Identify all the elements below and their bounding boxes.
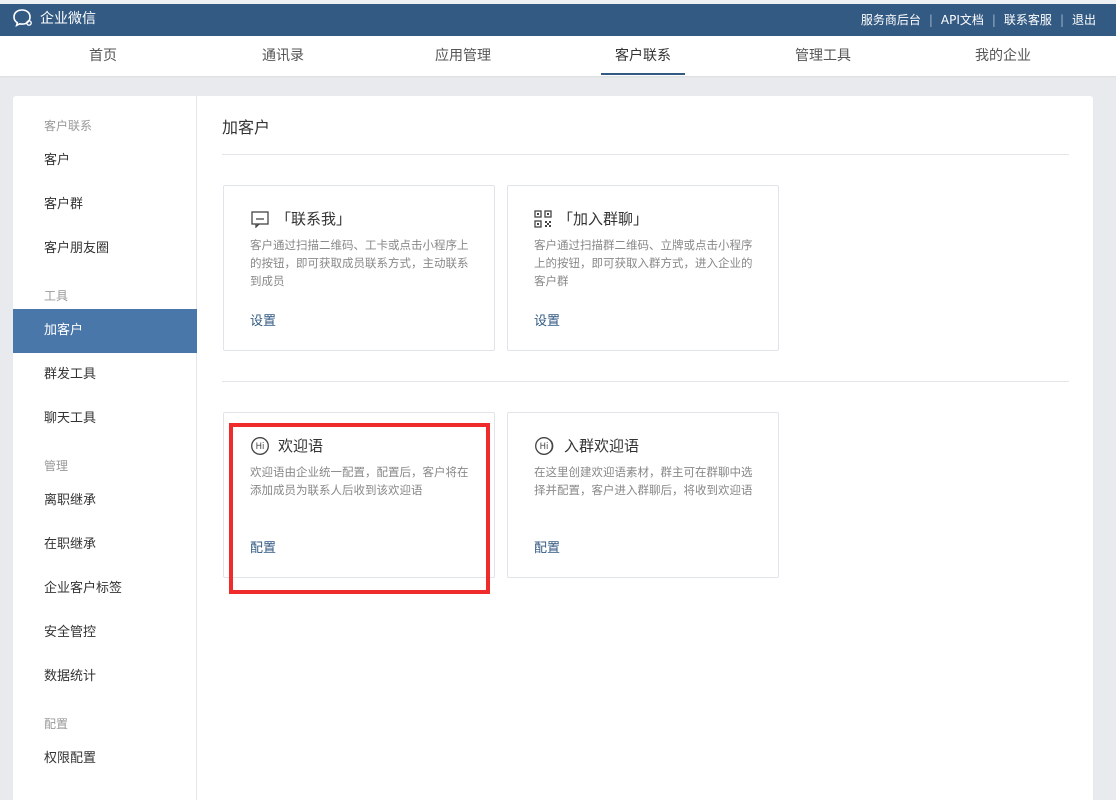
contact-support-link[interactable]: 联系客服 [1004,11,1052,28]
sidebar-group-management: 管理 [44,459,69,473]
service-provider-link[interactable]: 服务商后台 [861,11,921,28]
card-header: 「联系我」 [250,208,351,229]
qr-code-icon [534,209,552,228]
sidebar: 客户联系 客户 客户群 客户朋友圈 工具 加客户 群发工具 聊天工具 管理 离职… [13,96,197,800]
sidebar-item-customer-tags[interactable]: 企业客户标签 [13,567,197,611]
card-header: 「加入群聊」 [534,208,648,229]
brand[interactable]: 企业微信 [12,8,96,28]
sidebar-group-customer-contact: 客户联系 [44,119,93,133]
separator: | [1059,12,1064,27]
top-links: 服务商后台 | API文档 | 联系客服 | 退出 [861,11,1096,28]
group-hi-welcome-icon: Hi [534,436,558,456]
divider [222,154,1069,155]
card-group-welcome-message: Hi 入群欢迎语 在这里创建欢迎语素材，群主可在群聊中选择并配置，客户进入群聊后… [507,412,779,578]
card-description: 客户通过扫描二维码、工卡或点击小程序上的按钮，即可获取成员联系方式，主动联系到成… [250,238,469,288]
contact-me-icon [250,210,270,228]
tab-management-tools[interactable]: 管理工具 [795,36,851,76]
sidebar-group-tools: 工具 [44,289,69,303]
sidebar-item-moments[interactable]: 客户朋友圈 [13,227,197,271]
sidebar-item-customers[interactable]: 客户 [13,139,197,183]
card-header: Hi 入群欢迎语 [534,435,639,456]
sidebar-item-permissions[interactable]: 权限配置 [13,737,197,781]
tab-my-enterprise[interactable]: 我的企业 [975,36,1031,76]
sidebar-item-mass-message[interactable]: 群发工具 [13,353,197,397]
sidebar-item-active-transfer[interactable]: 在职继承 [13,523,197,567]
sidebar-item-chat-tools[interactable]: 聊天工具 [13,397,197,441]
svg-text:Hi: Hi [540,442,549,452]
separator: | [991,12,996,27]
api-docs-link[interactable]: API文档 [941,11,984,28]
sidebar-item-customer-groups[interactable]: 客户群 [13,183,197,227]
tab-contacts[interactable]: 通讯录 [262,36,304,76]
sidebar-item-statistics[interactable]: 数据统计 [13,655,197,699]
group-welcome-config-link[interactable]: 配置 [534,537,560,556]
card-title: 「加入群聊」 [558,210,649,228]
sidebar-group-config: 配置 [44,717,69,731]
page-title: 加客户 [222,118,271,137]
top-bar: 企业微信 服务商后台 | API文档 | 联系客服 | 退出 [0,0,1116,36]
logout-link[interactable]: 退出 [1072,11,1096,28]
highlight-box [229,423,490,594]
card-title: 「联系我」 [276,210,352,228]
tab-app-management[interactable]: 应用管理 [435,36,491,76]
card-contact-me: 「联系我」 客户通过扫描二维码、工卡或点击小程序上的按钮，即可获取成员联系方式，… [223,185,495,351]
chat-bubble-icon [12,8,34,28]
divider [222,381,1069,382]
sidebar-item-resigned-transfer[interactable]: 离职继承 [13,479,197,523]
join-group-settings-link[interactable]: 设置 [534,310,560,329]
separator: | [928,12,933,27]
brand-name: 企业微信 [40,11,96,27]
sidebar-item-security[interactable]: 安全管控 [13,611,197,655]
card-join-group-chat: 「加入群聊」 客户通过扫描群二维码、立牌或点击小程序上的按钮，即可获取入群方式，… [507,185,779,351]
card-title: 入群欢迎语 [564,437,640,455]
contact-me-settings-link[interactable]: 设置 [250,310,276,329]
card-description: 客户通过扫描群二维码、立牌或点击小程序上的按钮，即可获取入群方式，进入企业的客户… [534,238,753,288]
main-nav: 首页 通讯录 应用管理 客户联系 管理工具 我的企业 [0,36,1116,76]
sidebar-item-add-customer[interactable]: 加客户 [13,309,197,353]
main-panel: 客户联系 客户 客户群 客户朋友圈 工具 加客户 群发工具 聊天工具 管理 离职… [13,96,1093,800]
card-description: 在这里创建欢迎语素材，群主可在群聊中选择并配置，客户进入群聊后，将收到欢迎语 [534,465,753,497]
tab-home[interactable]: 首页 [89,36,117,76]
tab-customer-contact[interactable]: 客户联系 [601,36,685,76]
